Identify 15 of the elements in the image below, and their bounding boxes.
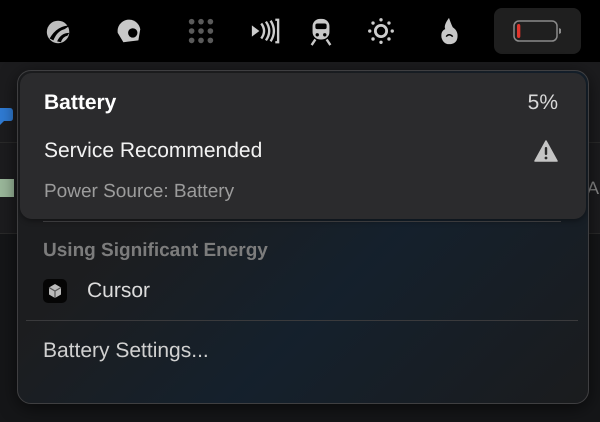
battery-percent: 5% bbox=[528, 91, 558, 115]
power-source: Power Source: Battery bbox=[44, 181, 236, 203]
battery-settings-item[interactable]: Battery Settings... bbox=[43, 339, 588, 363]
section-title: Using Significant Energy bbox=[43, 240, 269, 262]
battery-status: Service Recommended bbox=[44, 139, 262, 163]
signal-waves-icon[interactable] bbox=[250, 16, 280, 46]
app-item[interactable]: Cursor bbox=[43, 276, 588, 306]
app-tile-icon bbox=[0, 179, 14, 197]
cube-app-icon bbox=[43, 279, 67, 303]
brightness-icon[interactable] bbox=[366, 16, 396, 46]
menu-title: Battery bbox=[44, 91, 116, 115]
battery-status-button[interactable] bbox=[494, 8, 581, 54]
chat-bubble-icon bbox=[0, 106, 14, 126]
dots-grid-icon[interactable] bbox=[186, 16, 216, 46]
battery-icon bbox=[512, 19, 562, 43]
